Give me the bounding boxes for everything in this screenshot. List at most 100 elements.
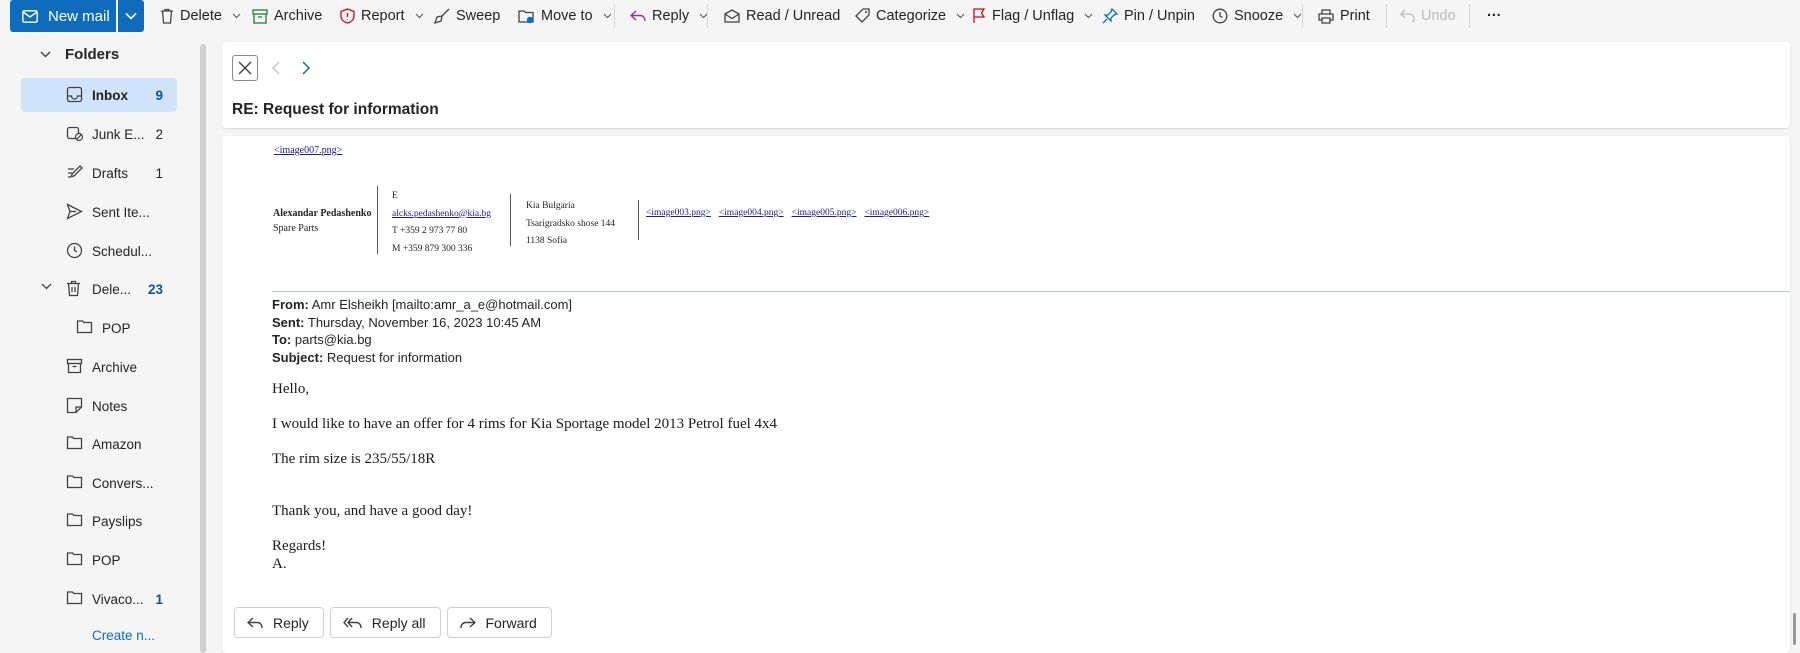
signature-street: Tsarigradsko shose 144 (526, 218, 616, 229)
archive-button[interactable]: Archive (252, 0, 322, 32)
undo-button[interactable]: Undo (1400, 0, 1456, 32)
print-label: Print (1340, 8, 1370, 24)
folders-header-label: Folders (65, 46, 120, 63)
body-line: The rim size is 235/55/18R (272, 451, 436, 467)
chevron-left-icon[interactable] (266, 57, 288, 79)
report-button[interactable]: Report (340, 0, 424, 32)
create-new-folder-link[interactable]: Create n... (92, 628, 155, 643)
forward-icon (459, 616, 476, 628)
pin-unpin-button[interactable]: Pin / Unpin (1102, 0, 1195, 32)
sent-label: Sent: (272, 314, 305, 330)
reply-button[interactable]: Reply (234, 607, 324, 638)
toolbar-divider (614, 4, 615, 28)
reply-all-label: Reply all (371, 614, 426, 631)
clock-icon (1212, 8, 1228, 24)
sidebar-item-label: Vivaco... (92, 591, 144, 607)
sidebar-item-label: Junk E... (92, 126, 145, 142)
image-attachment-link[interactable]: <image007.png> (274, 145, 342, 156)
chevron-down-icon[interactable] (603, 13, 612, 19)
reply-label: Reply (273, 614, 309, 631)
chevron-down-icon[interactable] (232, 13, 241, 19)
unread-count: 9 (155, 87, 163, 103)
sidebar-item-archive[interactable]: Archive (21, 350, 177, 384)
read-unread-label: Read / Unread (746, 8, 841, 24)
trash-icon (161, 8, 173, 24)
folder-pane-scrollbar[interactable] (200, 44, 206, 653)
sidebar-item-label: Dele... (92, 281, 132, 297)
signature-company: Kia Bulgaria (526, 201, 575, 211)
new-mail-button[interactable]: New mail (10, 0, 116, 32)
toolbar-divider (707, 4, 708, 28)
folders-header[interactable]: Folders (40, 46, 119, 63)
categorize-button[interactable]: Categorize (854, 0, 965, 32)
image-attachment-link[interactable]: <image006.png> (864, 208, 929, 218)
snooze-button[interactable]: Snooze (1212, 0, 1302, 32)
reply-all-button[interactable]: Reply all (329, 607, 441, 638)
message-subject: RE: Request for information (232, 101, 439, 118)
signature-divider (638, 200, 639, 240)
more-options-button[interactable]: ··· (1487, 0, 1502, 32)
image-attachment-link[interactable]: <image004.png> (719, 208, 784, 218)
flag-unflag-label: Flag / Unflag (992, 8, 1075, 24)
body-line: I would like to have an offer for 4 rims… (272, 416, 778, 432)
item-count: 2 (155, 126, 163, 142)
archive-icon (66, 358, 83, 374)
chevron-down-icon[interactable] (1293, 13, 1302, 19)
signature-email-link[interactable]: alcks.pedashenko@kia.bg (392, 206, 491, 224)
sidebar-item-junk[interactable]: Junk E... 2 (21, 117, 177, 151)
chevron-down-icon (125, 12, 137, 20)
image-attachment-link[interactable]: <image005.png> (792, 208, 857, 218)
snooze-label: Snooze (1234, 8, 1284, 24)
quoted-sent: Sent: Thursday, November 16, 2023 10:45 … (272, 314, 572, 332)
forward-button[interactable]: Forward (446, 607, 552, 638)
toolbar-divider (1302, 4, 1303, 28)
chevron-down-icon[interactable] (956, 13, 965, 19)
sidebar-item-inbox[interactable]: Inbox 9 (21, 78, 177, 112)
delete-button[interactable]: Delete (160, 0, 241, 32)
sidebar-item-scheduled[interactable]: Schedul... (21, 234, 177, 268)
printer-icon (1318, 8, 1334, 24)
trash-icon (67, 280, 80, 297)
unread-count: 1 (155, 591, 163, 607)
pin-icon (1102, 8, 1118, 24)
move-to-button[interactable]: Move to (518, 0, 612, 32)
sidebar-item-label: Notes (92, 398, 128, 414)
quoted-to: To: parts@kia.bg (272, 331, 572, 349)
read-unread-button[interactable]: Read / Unread (724, 0, 840, 32)
reading-pane-scrollbar[interactable] (1793, 613, 1796, 645)
chevron-right-icon[interactable] (294, 57, 316, 79)
sidebar-item-sent[interactable]: Sent Ite... (21, 195, 177, 229)
reply-button[interactable]: Reply (630, 0, 708, 32)
sidebar-item-drafts[interactable]: Drafts 1 (21, 156, 177, 190)
subject-label: Subject: (272, 349, 324, 365)
close-button[interactable] (232, 55, 258, 81)
sidebar-item-pop-sub[interactable]: POP (21, 311, 177, 345)
unread-count: 23 (147, 281, 163, 297)
sidebar-item-conversations[interactable]: Convers... (21, 466, 177, 500)
image-attachment-link[interactable]: <image003.png> (646, 208, 711, 218)
toolbar-divider (1469, 4, 1470, 28)
print-button[interactable]: Print (1318, 0, 1370, 32)
chevron-down-icon[interactable] (1084, 13, 1093, 19)
sidebar-item-deleted[interactable]: Dele... 23 (21, 272, 177, 306)
flag-unflag-button[interactable]: Flag / Unflag (972, 0, 1093, 32)
sidebar-item-notes[interactable]: Notes (21, 389, 177, 423)
reply-label: Reply (652, 8, 690, 24)
quoted-divider (272, 291, 1790, 292)
chevron-down-icon[interactable] (41, 283, 52, 290)
folder-icon (66, 552, 83, 566)
sidebar-item-vivaco[interactable]: Vivaco... 1 (21, 582, 177, 616)
signature-phone-m: M +359 879 300 336 (392, 243, 473, 254)
body-initial: A. (272, 556, 287, 572)
notes-icon (66, 397, 83, 414)
sidebar-item-payslips[interactable]: Payslips (21, 504, 177, 538)
new-mail-dropdown[interactable] (118, 0, 144, 32)
sweep-button[interactable]: Sweep (434, 0, 500, 32)
sidebar-item-label: Amazon (92, 436, 142, 452)
sidebar-item-pop[interactable]: POP (21, 543, 177, 577)
chevron-down-icon[interactable] (415, 13, 424, 19)
sidebar-item-amazon[interactable]: Amazon (21, 427, 177, 461)
categorize-label: Categorize (876, 8, 947, 24)
folder-icon (66, 475, 83, 489)
sidebar-item-label: Sent Ite... (92, 204, 150, 220)
